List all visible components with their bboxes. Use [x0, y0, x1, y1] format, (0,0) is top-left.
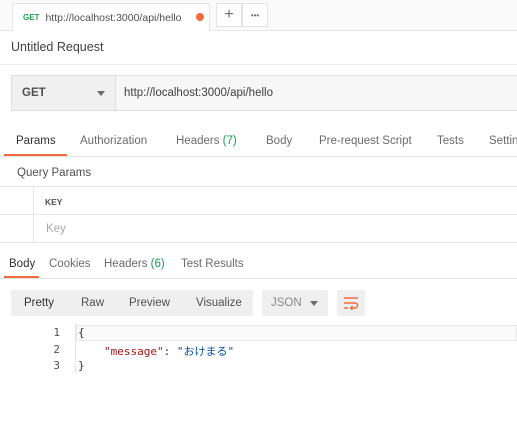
- query-params-title: Query Params: [17, 167, 92, 179]
- code-line: }: [78, 359, 85, 372]
- request-tab-bar: GET http://localhost:3000/api/hello + ••…: [0, 0, 517, 31]
- method-select[interactable]: GET: [12, 76, 116, 110]
- query-params-table: KEY: [0, 186, 517, 243]
- tab-headers[interactable]: Headers (7): [176, 135, 237, 147]
- code-line: {: [78, 326, 85, 339]
- tab-params[interactable]: Params: [16, 135, 56, 147]
- response-tabs: Body Cookies Headers (6) Test Results: [0, 252, 517, 279]
- response-body-viewer[interactable]: 1 2 3 { "message": "おけまる" }: [0, 323, 517, 444]
- line-number: 2: [53, 343, 60, 356]
- request-tab-method: GET: [23, 13, 40, 22]
- tab-tests[interactable]: Tests: [437, 135, 464, 147]
- format-value: JSON: [271, 297, 302, 309]
- more-tabs-button[interactable]: •••: [242, 3, 268, 27]
- method-value: GET: [22, 87, 46, 99]
- view-pretty-button[interactable]: Pretty: [13, 290, 65, 316]
- active-line-highlight: [76, 325, 517, 341]
- json-value: "おけまる": [176, 345, 235, 358]
- divider: [0, 64, 517, 65]
- request-tab[interactable]: GET http://localhost:3000/api/hello: [12, 3, 210, 31]
- tab-response-body[interactable]: Body: [9, 258, 35, 270]
- tab-body[interactable]: Body: [266, 135, 292, 147]
- active-tab-indicator: [4, 154, 67, 156]
- active-tab-indicator: [4, 276, 39, 278]
- tab-response-headers-count: (6): [150, 258, 165, 270]
- line-number: 1: [53, 326, 60, 339]
- line-number: 3: [53, 359, 60, 372]
- tab-test-results[interactable]: Test Results: [181, 258, 244, 270]
- json-key: "message": [104, 345, 164, 358]
- key-input[interactable]: [40, 218, 240, 240]
- table-column-divider: [33, 187, 34, 243]
- tab-response-headers-label: Headers: [104, 258, 148, 270]
- tab-prerequest-script[interactable]: Pre-request Script: [319, 135, 412, 147]
- view-raw-button[interactable]: Raw: [70, 290, 115, 316]
- new-tab-button[interactable]: +: [216, 3, 242, 27]
- tab-settings[interactable]: Settin: [489, 135, 517, 147]
- url-input[interactable]: [116, 76, 517, 110]
- unsaved-dot-icon: [196, 13, 204, 21]
- tab-authorization[interactable]: Authorization: [80, 135, 147, 147]
- wrap-icon: [344, 297, 359, 310]
- chevron-down-icon: [97, 91, 105, 96]
- tab-headers-label: Headers: [176, 135, 220, 147]
- view-visualize-button[interactable]: Visualize: [185, 290, 253, 316]
- code-line: "message": "おけまる": [104, 343, 234, 359]
- key-column-header: KEY: [45, 197, 63, 207]
- table-header-row: [0, 187, 517, 215]
- view-preview-button[interactable]: Preview: [118, 290, 181, 316]
- view-mode-group: Pretty Raw Preview Visualize: [11, 290, 253, 316]
- request-tab-url: http://localhost:3000/api/hello: [45, 11, 182, 24]
- url-bar: GET: [11, 75, 517, 111]
- json-colon: :: [163, 345, 177, 358]
- tab-response-headers[interactable]: Headers (6): [104, 258, 165, 270]
- plus-icon: +: [224, 6, 234, 23]
- gutter-divider: [75, 323, 76, 373]
- tab-cookies[interactable]: Cookies: [49, 258, 91, 270]
- chevron-down-icon: [310, 301, 318, 306]
- more-icon: •••: [250, 10, 260, 20]
- tab-headers-count: (7): [222, 135, 237, 147]
- request-name[interactable]: Untitled Request: [11, 40, 103, 54]
- request-tabs: Params Authorization Headers (7) Body Pr…: [0, 130, 517, 157]
- format-select[interactable]: JSON: [262, 290, 328, 316]
- wrap-lines-button[interactable]: [337, 290, 365, 316]
